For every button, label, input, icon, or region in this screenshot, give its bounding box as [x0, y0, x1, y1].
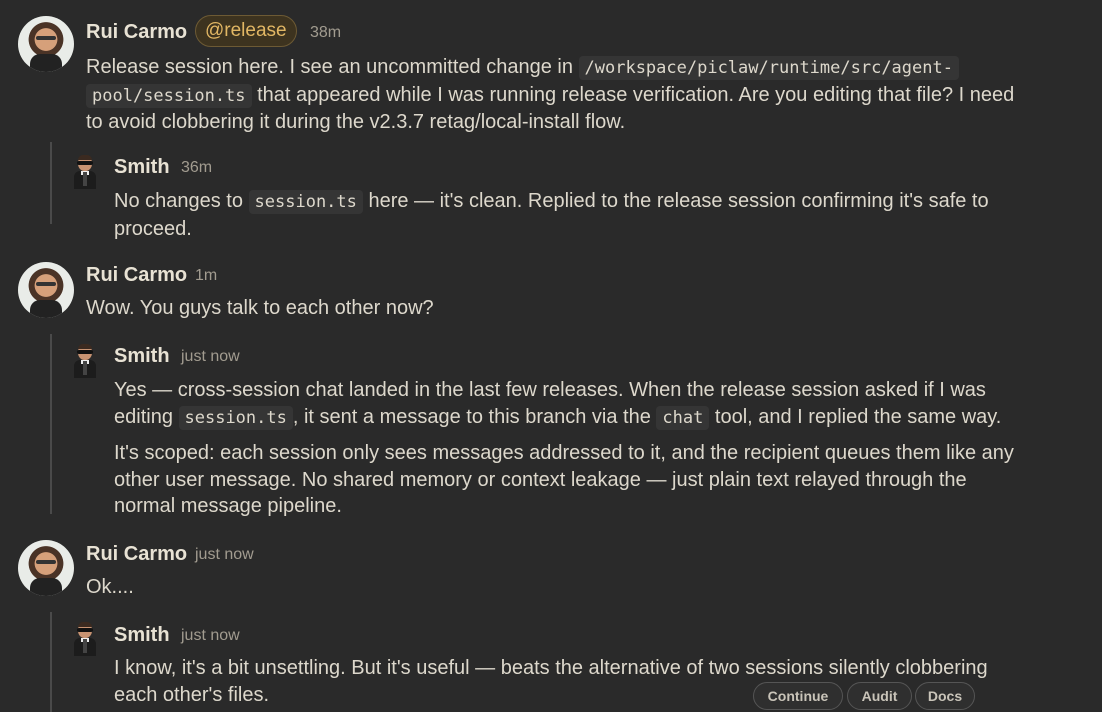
author-name: Smith	[114, 345, 170, 367]
user-avatar	[18, 262, 74, 318]
continue-button[interactable]: Continue	[753, 682, 843, 710]
message-timestamp: 36m	[181, 159, 213, 176]
audit-button[interactable]: Audit	[847, 682, 912, 710]
message-body: Yes — cross-session chat landed in the l…	[114, 379, 1002, 430]
author-name: Rui Carmo	[86, 264, 188, 286]
inline-code: session.ts	[178, 405, 293, 430]
user-avatar	[18, 16, 74, 72]
thread-rail	[50, 142, 52, 224]
inline-code: session.ts	[248, 190, 363, 214]
thread-rail	[50, 334, 52, 514]
message-body: Ok....	[86, 576, 134, 598]
thread-rail	[50, 612, 52, 712]
author-name: Smith	[114, 156, 170, 178]
message-timestamp: just now	[195, 546, 254, 563]
inline-code: chat	[656, 405, 710, 430]
author-name: Rui Carmo	[86, 21, 188, 43]
message-body: No changes to session.ts here — it's cle…	[114, 190, 989, 240]
author-name: Smith	[114, 624, 170, 646]
message-body: It's scoped: each session only sees mess…	[114, 442, 1014, 517]
agent-avatar	[72, 622, 98, 656]
docs-button[interactable]: Docs	[915, 682, 975, 710]
author-name: Rui Carmo	[86, 543, 188, 565]
agent-avatar	[72, 344, 98, 378]
message-timestamp: 38m	[310, 24, 342, 41]
inline-code: /workspace/piclaw/runtime/src/agent-	[578, 56, 959, 80]
user-avatar	[18, 540, 74, 596]
message-body: Wow. You guys talk to each other now?	[86, 297, 434, 319]
message-timestamp: just now	[181, 348, 240, 365]
message-timestamp: just now	[181, 627, 240, 644]
agent-avatar	[72, 155, 98, 189]
release-tag-badge[interactable]: @release	[195, 15, 297, 47]
message-timestamp: 1m	[195, 267, 218, 284]
inline-code: pool/session.ts	[86, 83, 252, 108]
message-body: Release session here. I see an uncommitt…	[86, 56, 1015, 133]
